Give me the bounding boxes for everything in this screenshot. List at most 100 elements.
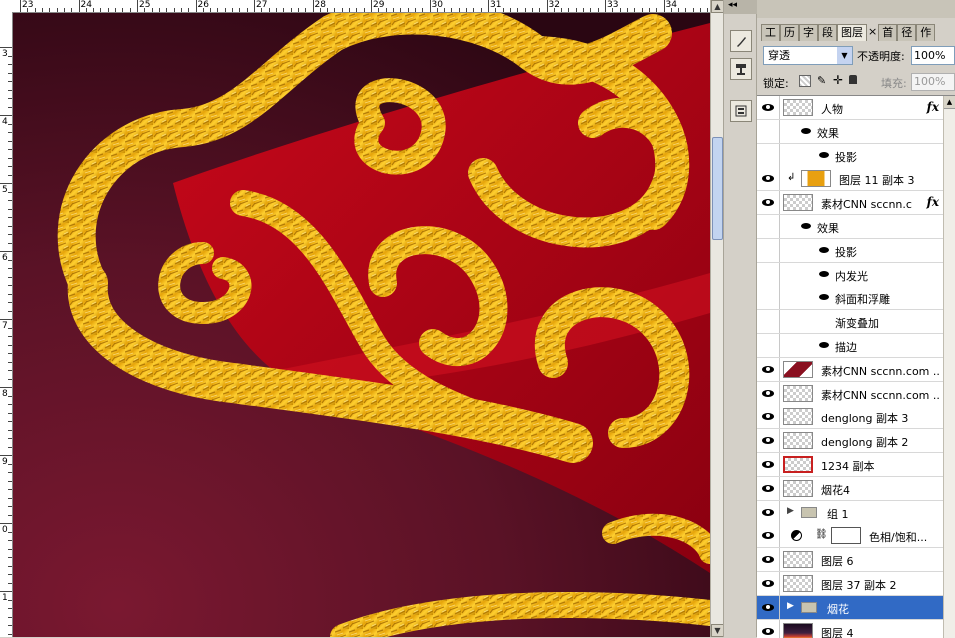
visibility-toggle[interactable] (757, 405, 780, 429)
tool-presets-button[interactable] (730, 100, 752, 122)
lock-pixels-icon[interactable]: ✎ (817, 74, 826, 87)
layer-row[interactable]: 素材CNN sccnn.com ... (757, 357, 943, 382)
expand-triangle-icon[interactable]: ▶ (787, 506, 794, 516)
layer-row[interactable]: 图层 6 (757, 548, 943, 573)
ruler-minor-tick (85, 8, 87, 12)
effect-eye-icon[interactable] (819, 270, 829, 277)
ruler-minor-tick (531, 8, 533, 12)
visibility-toggle[interactable] (757, 167, 780, 191)
fx-icon[interactable]: fx (927, 100, 939, 114)
visibility-toggle[interactable] (757, 500, 780, 524)
link-chain-icon[interactable]: ⛓ (815, 529, 828, 540)
layer-row[interactable]: denglong 副本 3 (757, 405, 943, 430)
panel-title-bar[interactable] (757, 0, 955, 18)
collapse-arrows-icon[interactable]: ◂◂ (728, 0, 737, 10)
effect-eye-icon[interactable] (801, 127, 811, 134)
visibility-toggle[interactable] (757, 286, 780, 310)
visibility-toggle[interactable] (757, 357, 780, 381)
layer-row[interactable]: 人物 fx (757, 96, 943, 120)
layer-row[interactable]: denglong 副本 2 (757, 429, 943, 454)
layer-effect-row[interactable]: 投影 (757, 143, 943, 168)
visibility-toggle[interactable] (757, 381, 780, 405)
ruler-minor-tick (414, 8, 416, 12)
lock-position-icon[interactable]: ✛ (833, 73, 843, 87)
lock-transparency-icon[interactable] (799, 75, 811, 87)
vertical-ruler[interactable]: 3 4 5 6 7 8 9 0 1 (0, 12, 13, 637)
layer-row[interactable]: ⛓ 色相/饱和... (757, 524, 943, 549)
effect-eye-icon[interactable] (819, 294, 829, 301)
clone-source-button[interactable] (730, 58, 752, 80)
panel-tab[interactable]: 首 (878, 24, 898, 41)
layer-row[interactable]: 烟花4 (757, 476, 943, 501)
vertical-scrollbar[interactable]: ▲ ▼ (710, 0, 723, 637)
visibility-toggle[interactable] (757, 476, 780, 500)
close-tab-icon[interactable]: × (867, 24, 878, 40)
dock-header[interactable]: ◂◂ (724, 0, 757, 14)
document-canvas-area[interactable]: 23 24 25 26 27 28 29 30 31 32 33 34 3 4 5 6 7 8 9 0 1 (0, 0, 723, 637)
fill-input[interactable]: 100% (911, 73, 955, 91)
ruler-minor-tick (8, 489, 12, 490)
effect-eye-icon[interactable] (819, 342, 829, 348)
layer-effect-row[interactable]: 投影 (757, 238, 943, 263)
ruler-minor-tick (707, 8, 709, 12)
layer-group-row[interactable]: ▶ 烟花 (757, 595, 943, 620)
visibility-toggle[interactable] (757, 143, 780, 167)
ruler-minor-tick (400, 8, 402, 12)
visibility-toggle[interactable] (757, 429, 780, 453)
artwork-canvas[interactable] (13, 13, 710, 637)
panel-tab[interactable]: 工 (761, 24, 780, 41)
fx-icon[interactable]: fx (927, 195, 939, 209)
scroll-thumb[interactable] (712, 137, 723, 240)
effect-eye-icon[interactable] (801, 223, 811, 229)
visibility-toggle[interactable] (757, 262, 780, 286)
panel-tab[interactable]: 字 (799, 24, 818, 41)
chevron-down-icon[interactable]: ▼ (837, 47, 852, 64)
visibility-toggle[interactable] (757, 96, 780, 119)
ruler-minor-tick (539, 8, 541, 12)
layer-row[interactable]: 素材CNN sccnn.com ... (757, 381, 943, 406)
visibility-toggle[interactable] (757, 595, 780, 619)
layer-group-row[interactable]: ▶ 组 1 (757, 500, 943, 525)
blend-mode-select[interactable]: 穿透 ▼ (763, 46, 853, 65)
lock-all-icon[interactable] (849, 75, 857, 84)
layer-mask-thumbnail[interactable] (831, 527, 861, 545)
panel-tab[interactable]: 段 (818, 24, 837, 41)
visibility-toggle[interactable] (757, 238, 780, 262)
expand-triangle-icon[interactable]: ▶ (787, 601, 794, 611)
scroll-up-button[interactable]: ▲ (711, 0, 723, 13)
ruler-minor-tick (8, 200, 12, 201)
layer-row[interactable]: 图层 4 (757, 619, 943, 638)
layer-effect-row[interactable]: 斜面和浮雕 (757, 286, 943, 311)
visibility-toggle[interactable] (757, 310, 780, 334)
layer-effect-row[interactable]: 渐变叠加 (757, 310, 943, 335)
visibility-toggle[interactable] (757, 453, 780, 476)
layer-effect-row[interactable]: 效果 (757, 119, 943, 144)
brush-panel-button[interactable] (730, 30, 752, 52)
panel-tab[interactable]: 历 (780, 24, 799, 41)
panel-tab[interactable]: 径 (897, 24, 917, 41)
visibility-toggle[interactable] (757, 572, 780, 595)
visibility-toggle[interactable] (757, 119, 780, 143)
layer-effect-row[interactable]: 内发光 (757, 262, 943, 287)
ruler-minor-tick (144, 8, 146, 12)
effect-eye-icon[interactable] (819, 151, 829, 158)
layer-row[interactable]: 图层 37 副本 2 (757, 572, 943, 596)
effect-eye-icon[interactable] (819, 246, 829, 253)
visibility-toggle[interactable] (757, 524, 780, 548)
opacity-input[interactable]: 100% (911, 46, 955, 65)
visibility-toggle[interactable] (757, 548, 780, 572)
panel-tab[interactable]: 图层 (837, 24, 867, 41)
horizontal-ruler[interactable]: 23 24 25 26 27 28 29 30 31 32 33 34 (12, 0, 710, 13)
visibility-toggle[interactable] (757, 191, 780, 215)
layer-effect-row[interactable]: 描边 (757, 334, 943, 358)
panel-tab[interactable]: 作 (916, 24, 936, 41)
layer-row[interactable]: ↲ 图层 11 副本 3 (757, 167, 943, 192)
visibility-toggle[interactable] (757, 215, 780, 238)
scroll-up-button[interactable]: ▲ (944, 96, 955, 109)
visibility-toggle[interactable] (757, 619, 780, 638)
layer-row[interactable]: 素材CNN sccnn.c... fx (757, 191, 943, 216)
layer-effect-row[interactable]: 效果 (757, 215, 943, 239)
scroll-down-button[interactable]: ▼ (711, 624, 723, 637)
layer-row[interactable]: 1234 副本 (757, 453, 943, 477)
visibility-toggle[interactable] (757, 334, 780, 357)
